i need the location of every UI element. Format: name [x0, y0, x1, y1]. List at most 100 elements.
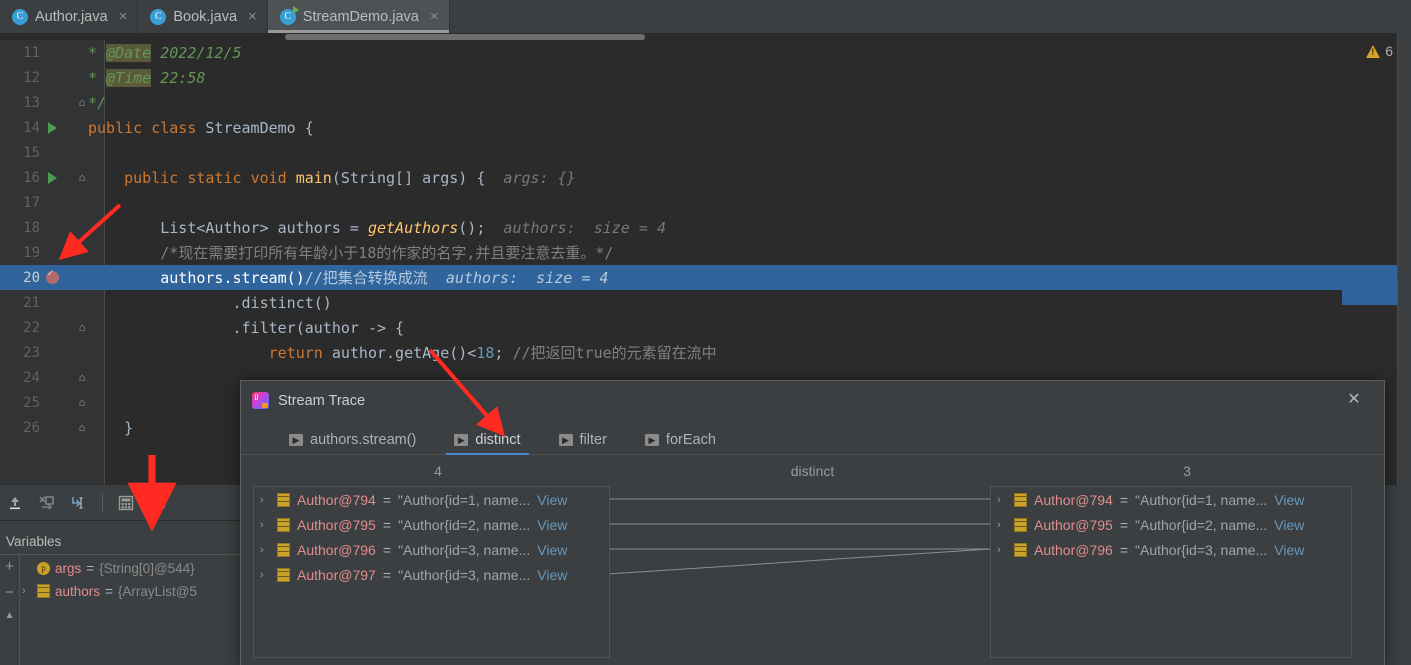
expand-arrow[interactable]: › — [997, 544, 1007, 556]
line-number: 24 — [23, 369, 40, 386]
inspection-warning-summary[interactable]: 6 — [1366, 43, 1393, 59]
close-icon[interactable]: × — [430, 9, 439, 24]
equals-sign: = — [1119, 491, 1129, 508]
fold-end-icon[interactable]: ⌂ — [74, 365, 90, 390]
fold-end-icon[interactable]: ⌂ — [74, 390, 90, 415]
code-token: (String[] args) { — [331, 168, 495, 187]
after-values-list[interactable]: › Author@794 = "Author{id=1, name... Vie… — [990, 486, 1352, 658]
close-icon[interactable]: × — [119, 9, 128, 24]
editor-tab-streamdemo-java[interactable]: C StreamDemo.java × — [267, 0, 450, 33]
add-watch-button[interactable]: + — [5, 558, 14, 575]
expand-arrow[interactable]: › — [260, 494, 270, 506]
code-line-current: 20 authors.stream()//把集合转换成流 authors: si… — [0, 265, 1411, 290]
view-link[interactable]: View — [537, 492, 567, 508]
object-value: "Author{id=3, name... — [398, 566, 531, 583]
stream-step-tabs: ▶ authors.stream() ▶ distinct ▶ filter ▶… — [241, 426, 1384, 455]
trace-row[interactable]: › Author@794 = "Author{id=1, name... Vie… — [254, 487, 609, 512]
list-icon — [277, 567, 290, 582]
move-up-button[interactable]: ▲ — [5, 610, 15, 621]
view-link[interactable]: View — [1274, 542, 1304, 558]
list-icon — [37, 584, 50, 598]
code-comment: /*现在需要打印所有年龄小于18的作家的名字,并且要注意去重。*/ — [88, 244, 614, 262]
tab-authors-stream[interactable]: ▶ authors.stream() — [281, 432, 424, 454]
variable-row-args[interactable]: p args = {String[0]@544} — [22, 557, 195, 579]
editor-tab-label: StreamDemo.java — [302, 8, 419, 25]
trace-row[interactable]: › Author@795 = "Author{id=2, name... Vie… — [991, 512, 1351, 537]
operation-label: distinct — [790, 463, 835, 479]
trace-row[interactable]: › Author@795 = "Author{id=2, name... Vie… — [254, 512, 609, 537]
variable-row-authors[interactable]: › authors = {ArrayList@5 — [22, 580, 197, 602]
tab-distinct[interactable]: ▶ distinct — [446, 432, 529, 455]
view-link[interactable]: View — [1274, 517, 1304, 533]
expand-arrow[interactable]: › — [260, 569, 270, 581]
view-link[interactable]: View — [1274, 492, 1304, 508]
expand-arrow[interactable]: › — [260, 544, 270, 556]
run-method-gutter-icon[interactable] — [43, 165, 61, 190]
right-column-count: 3 — [1183, 463, 1191, 479]
expand-arrow[interactable]: › — [997, 494, 1007, 506]
run-class-gutter-icon[interactable] — [43, 115, 61, 140]
line-number: 25 — [23, 394, 40, 411]
stream-step-icon: ▶ — [558, 434, 573, 446]
warning-triangle-icon — [1366, 44, 1381, 58]
trace-current-stream-chain-icon[interactable] — [149, 494, 167, 512]
variable-name: authors — [55, 583, 101, 599]
view-link[interactable]: View — [537, 567, 567, 583]
debugger-toolbar — [0, 485, 246, 521]
code-token: void — [250, 168, 296, 187]
trace-row[interactable]: › Author@797 = "Author{id=3, name... Vie… — [254, 562, 609, 587]
inlay-hint: args: {} — [494, 168, 576, 187]
object-reference: Author@795 — [297, 516, 376, 533]
expand-arrow[interactable]: › — [997, 519, 1007, 531]
code-token: } — [88, 418, 134, 437]
tab-foreach[interactable]: ▶ forEach — [637, 432, 724, 454]
java-class-icon: C — [150, 8, 167, 25]
expand-arrow[interactable]: › — [260, 519, 270, 531]
code-token: class — [142, 118, 206, 137]
close-icon[interactable]: ✕ — [1346, 392, 1362, 409]
java-class-icon: C — [12, 8, 28, 25]
stream-trace-dialog[interactable]: Stream Trace ✕ ▶ authors.stream() ▶ dist… — [240, 380, 1385, 665]
trace-row[interactable]: › Author@794 = "Author{id=1, name... Vie… — [991, 487, 1351, 512]
code-line: 16 ⌂ public static void main (String[] ar… — [0, 165, 1411, 190]
editor-tab-bar: C Author.java × C Book.java × C StreamDe… — [0, 0, 1411, 33]
step-out-icon[interactable] — [6, 494, 24, 512]
expand-arrow[interactable]: › — [22, 585, 32, 597]
tab-filter[interactable]: ▶ filter — [551, 432, 615, 454]
list-icon — [1014, 517, 1027, 532]
view-link[interactable]: View — [537, 517, 567, 533]
code-token: authors.stream() — [88, 268, 305, 287]
toolbar-separator — [102, 493, 103, 512]
run-to-cursor-icon[interactable] — [70, 494, 88, 512]
line-number: 12 — [23, 69, 40, 86]
code-line: 18 List<Author> authors = getAuthors (); … — [0, 215, 1411, 240]
editor-horizontal-scrollbar[interactable] — [0, 33, 1411, 40]
breakpoint-verified-icon[interactable] — [43, 265, 61, 290]
variable-value: {String[0]@544} — [99, 560, 195, 576]
object-value: "Author{id=1, name... — [398, 491, 531, 508]
warning-count: 6 — [1385, 43, 1393, 59]
editor-tab-book-java[interactable]: C Book.java × — [138, 0, 268, 33]
force-step-over-icon[interactable] — [38, 494, 56, 512]
object-value: "Author{id=1, name... — [1135, 491, 1268, 508]
before-values-list[interactable]: › Author@794 = "Author{id=1, name... Vie… — [253, 486, 610, 658]
trace-row[interactable]: › Author@796 = "Author{id=3, name... Vie… — [991, 537, 1351, 562]
variables-panel[interactable]: + − ▲ p args = {String[0]@544} › authors… — [0, 554, 240, 665]
editor-marker-bar[interactable] — [1397, 33, 1411, 485]
code-comment: //把集合转换成流 — [304, 269, 428, 287]
equals-sign: = — [382, 516, 392, 533]
remove-watch-button[interactable]: − — [5, 584, 14, 601]
object-reference: Author@794 — [297, 491, 376, 508]
variables-gutter: + − ▲ — [0, 555, 20, 665]
trace-row[interactable]: › Author@796 = "Author{id=3, name... Vie… — [254, 537, 609, 562]
tab-label: distinct — [475, 432, 521, 448]
variables-panel-title: Variables — [0, 528, 246, 554]
tab-label: filter — [579, 432, 607, 448]
evaluate-expression-icon[interactable] — [117, 494, 135, 512]
view-link[interactable]: View — [537, 542, 567, 558]
object-value: "Author{id=2, name... — [1135, 516, 1268, 533]
code-token: public — [88, 168, 188, 187]
close-icon[interactable]: × — [248, 9, 257, 24]
editor-tab-author-java[interactable]: C Author.java × — [0, 0, 139, 33]
marker-current-line — [1342, 280, 1398, 305]
